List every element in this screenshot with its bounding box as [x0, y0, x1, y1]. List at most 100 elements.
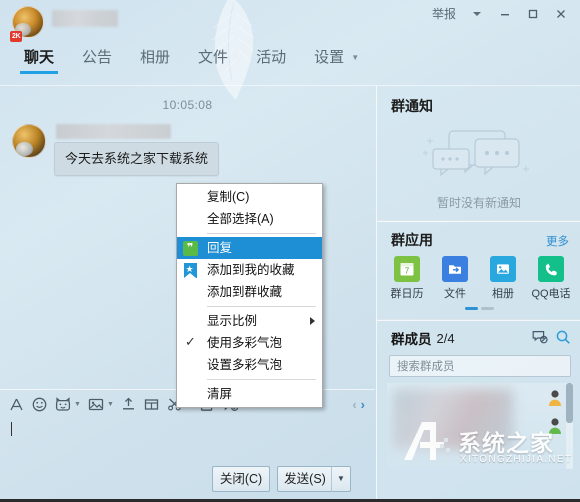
group-notice-empty-text: 暂时没有新通知: [436, 196, 521, 210]
tab-settings[interactable]: 设置 ▼: [300, 46, 373, 74]
menu-item-reply[interactable]: ❞ 回复: [177, 237, 322, 259]
member-avatar-2[interactable]: [547, 417, 563, 435]
app-files[interactable]: 文件: [433, 256, 477, 301]
member-entry-redacted: [393, 389, 513, 449]
send-button[interactable]: 发送(S): [277, 466, 332, 492]
message-timestamp: 10:05:08: [162, 98, 213, 112]
image-icon[interactable]: ▼: [87, 396, 114, 413]
message-column: 今天去系统之家下载系统: [54, 124, 220, 176]
menu-item-copy[interactable]: 复制(C): [177, 186, 322, 208]
pager-dot-1[interactable]: [464, 307, 478, 310]
menu-item-add-to-my-favorites[interactable]: ★ 添加到我的收藏: [177, 259, 322, 281]
member-avatar-1[interactable]: [547, 389, 563, 407]
menu-item-display-scale-label: 显示比例: [207, 314, 258, 328]
emoji-icon[interactable]: [31, 396, 48, 413]
group-apps-more-link[interactable]: 更多: [546, 233, 569, 249]
chat-message-row: 今天去系统之家下载系统: [12, 124, 220, 176]
pager-dot-2[interactable]: [480, 307, 494, 310]
tab-activity[interactable]: 活动: [242, 46, 300, 74]
menu-item-use-colorful-bubble[interactable]: ✓ 使用多彩气泡: [177, 332, 322, 354]
menu-item-copy-label: 复制(C): [207, 190, 250, 204]
search-icon[interactable]: [555, 329, 571, 348]
tab-album[interactable]: 相册: [126, 46, 184, 74]
chevron-down-icon: ▼: [74, 400, 81, 408]
send-options-button[interactable]: ▼: [331, 466, 351, 492]
member-search-placeholder: 搜索群成员: [397, 361, 455, 373]
tab-files[interactable]: 文件: [184, 46, 242, 74]
tab-album-label: 相册: [140, 49, 171, 66]
toolbar-next-button[interactable]: ›: [361, 397, 365, 412]
menu-item-clear-screen-label: 清屏: [207, 387, 233, 401]
tab-activity-label: 活动: [256, 49, 287, 66]
group-notice-empty-state: [377, 120, 580, 192]
menu-item-display-scale[interactable]: 显示比例: [177, 310, 322, 332]
upload-file-icon[interactable]: [120, 396, 137, 413]
sender-name-redacted: [56, 124, 171, 139]
sender-avatar[interactable]: [12, 124, 46, 158]
sticker-icon[interactable]: ▼: [54, 396, 81, 413]
tab-announcement[interactable]: 公告: [68, 46, 126, 74]
app-qq-call-label: QQ电话: [531, 288, 571, 300]
member-search-input[interactable]: 搜索群成员: [389, 355, 571, 377]
tab-settings-label: 设置: [314, 49, 345, 66]
menu-item-select-all[interactable]: 全部选择(A): [177, 208, 322, 230]
app-album[interactable]: 相册: [481, 256, 525, 301]
toolbar-prev-button[interactable]: ‹: [352, 397, 356, 412]
photo-icon: [490, 256, 516, 282]
message-bubble[interactable]: 今天去系统之家下载系统: [54, 142, 220, 176]
menu-item-clear-screen[interactable]: 清屏: [177, 383, 322, 405]
font-icon[interactable]: [8, 396, 25, 413]
app-files-label: 文件: [444, 288, 466, 300]
chevron-down-icon: ▼: [351, 53, 360, 62]
group-avatar[interactable]: 2K: [10, 6, 46, 42]
message-context-menu[interactable]: 复制(C) 全部选择(A) ❞ 回复 ★ 添加到我的收藏 添加到群收藏 显示比例…: [176, 183, 323, 408]
text-cursor: [11, 422, 12, 436]
header-tabs: 聊天 公告 相册 文件 活动 设置 ▼: [10, 46, 373, 74]
chat-bubbles-empty-icon: [423, 130, 529, 177]
member-manage-icon[interactable]: [532, 330, 548, 347]
menu-item-add-to-group-favorites-label: 添加到群收藏: [207, 285, 283, 299]
menu-item-use-colorful-bubble-label: 使用多彩气泡: [207, 336, 283, 350]
tab-chat[interactable]: 聊天: [10, 46, 68, 74]
menu-separator-2: [207, 306, 316, 307]
file-arrow-icon: [442, 256, 468, 282]
app-group-calendar[interactable]: 7 群日历: [385, 256, 429, 301]
submenu-arrow-icon: [310, 317, 315, 325]
close-button-action[interactable]: 关闭(C): [212, 466, 270, 492]
member-list-scroll-thumb[interactable]: [566, 383, 573, 423]
svg-text:7: 7: [405, 266, 410, 275]
phone-icon: [538, 256, 564, 282]
chevron-down-icon: ▼: [106, 400, 114, 408]
group-members-list[interactable]: [387, 383, 573, 469]
app-qq-call[interactable]: QQ电话: [529, 256, 573, 301]
group-apps-list: 7 群日历 文件 相册 QQ电话: [377, 250, 580, 301]
menu-item-set-colorful-bubble-label: 设置多彩气泡: [207, 358, 283, 372]
menu-item-add-to-my-favorites-label: 添加到我的收藏: [207, 263, 295, 277]
group-members-count: 2/4: [436, 330, 455, 346]
group-members-section: 群成员 2/4 搜索群成员: [377, 321, 580, 469]
action-button-bar: 关闭(C) 发送(S) ▼: [0, 458, 375, 502]
menu-item-add-to-group-favorites[interactable]: 添加到群收藏: [177, 281, 322, 303]
menu-item-reply-label: 回复: [207, 241, 233, 255]
tab-announcement-label: 公告: [82, 49, 113, 66]
reply-quote-icon: ❞: [182, 240, 198, 256]
group-apps-section: 群应用 更多 7 群日历 文件 相册 QQ电话: [377, 222, 580, 321]
check-icon: ✓: [185, 334, 196, 349]
qq-group-chat-window: 举报 2K 聊天 公告 相册 文件 活动 设置 ▼ 10:05:08 今天去系统…: [0, 0, 580, 502]
group-apps-header: 群应用 更多: [377, 222, 580, 250]
menu-separator-3: [207, 379, 316, 380]
apps-pager-dots[interactable]: [377, 307, 580, 310]
group-notice-section: 群通知 暂时没有新通知: [377, 86, 580, 222]
message-input[interactable]: [0, 418, 375, 458]
member-list-scrollbar[interactable]: [566, 383, 573, 469]
screenshot-icon[interactable]: [143, 396, 160, 413]
right-sidebar: 群通知 暂时没有新通知 群应用 更多 7 群日历 文件 相册 QQ电话 群成员 …: [376, 86, 580, 502]
group-notice-title: 群通知: [391, 98, 433, 114]
bookmark-star-icon: ★: [182, 262, 198, 278]
group-apps-title: 群应用: [391, 232, 433, 248]
tab-files-label: 文件: [198, 49, 229, 66]
app-group-calendar-label: 群日历: [390, 288, 424, 300]
toolbar-pager: ‹ ›: [352, 397, 375, 412]
menu-item-set-colorful-bubble[interactable]: 设置多彩气泡: [177, 354, 322, 376]
calendar-icon: 7: [394, 256, 420, 282]
